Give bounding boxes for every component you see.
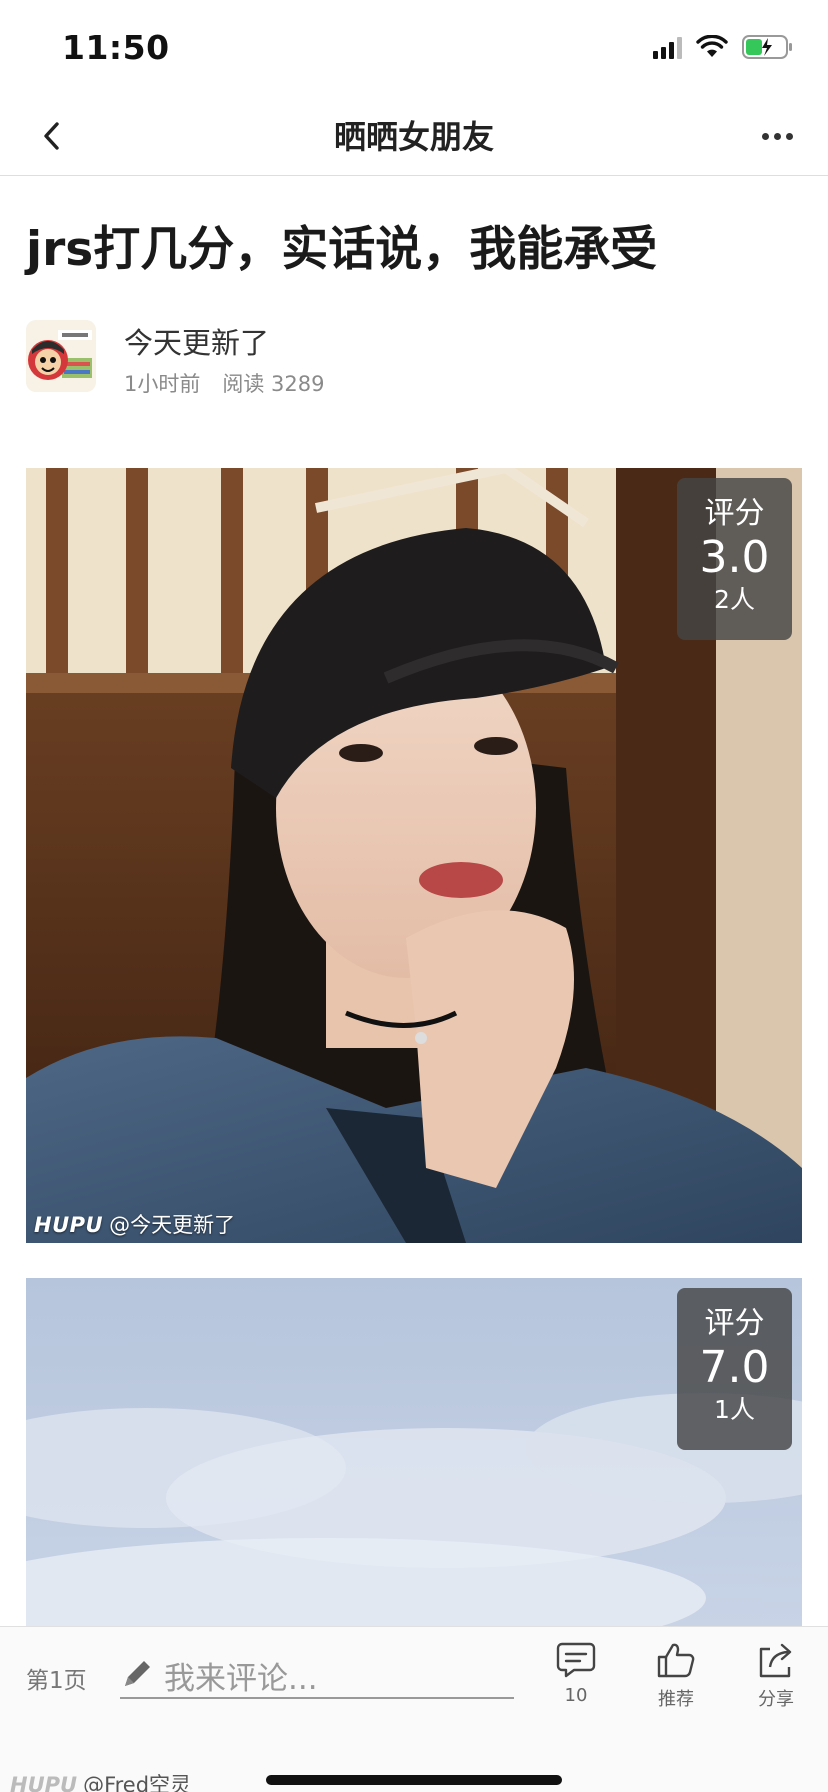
post-photo[interactable]: 评分 7.0 1人 <box>26 1278 802 1626</box>
status-time: 11:50 <box>62 28 170 67</box>
recommend-label: 推荐 <box>658 1689 694 1710</box>
more-icon[interactable] <box>752 116 802 156</box>
comments-button[interactable]: 10 <box>536 1641 616 1706</box>
photo-watermark: HUPU @今天更新了 <box>34 1209 235 1239</box>
rating-score: 7.0 <box>699 1342 770 1393</box>
post-title: jrs打几分，实话说，我能承受 <box>26 222 658 277</box>
watermark-user: @今天更新了 <box>109 1213 236 1237</box>
rating-score: 3.0 <box>699 532 770 583</box>
rating-badge[interactable]: 评分 7.0 1人 <box>677 1288 792 1450</box>
post-meta: 1小时前 阅读 3289 <box>124 368 325 398</box>
footer-watermark-brand: HUPU <box>10 1773 78 1792</box>
page-label[interactable]: 第1页 <box>26 1661 87 1695</box>
comment-input[interactable]: 我来评论... <box>120 1647 514 1699</box>
rating-count: 2人 <box>714 585 755 614</box>
rating-label: 评分 <box>704 1306 765 1341</box>
post-photo[interactable]: 评分 3.0 2人 HUPU @今天更新了 <box>26 468 802 1243</box>
wifi-icon <box>696 35 728 59</box>
author-row[interactable]: 今天更新了 1小时前 阅读 3289 <box>26 320 806 396</box>
comments-count: 10 <box>564 1685 588 1706</box>
status-bar: 11:50 <box>0 0 828 100</box>
pencil-icon <box>125 1661 150 1686</box>
home-indicator[interactable] <box>266 1775 562 1785</box>
rating-label: 评分 <box>704 496 765 531</box>
footer-watermark-user: @Fred空灵 <box>83 1773 192 1792</box>
comment-placeholder: 我来评论... <box>164 1661 318 1697</box>
bottom-bar: 第1页 我来评论... 10 推荐 分享 HUPU @Fred空灵 <box>0 1626 828 1792</box>
share-label: 分享 <box>758 1689 794 1710</box>
share-icon <box>759 1643 792 1678</box>
rating-badge[interactable]: 评分 3.0 2人 <box>677 478 792 640</box>
post-reads: 阅读 3289 <box>222 372 325 396</box>
nav-title: 晒晒女朋友 <box>333 118 494 156</box>
signal-icon <box>653 35 682 59</box>
watermark-brand: HUPU <box>34 1213 104 1237</box>
nav-bar: 晒晒女朋友 <box>0 100 828 176</box>
author-name[interactable]: 今天更新了 <box>124 320 269 362</box>
share-button[interactable]: 分享 <box>736 1641 816 1711</box>
thumbs-up-icon <box>657 1643 695 1678</box>
recommend-button[interactable]: 推荐 <box>636 1641 716 1711</box>
footer-watermark: HUPU @Fred空灵 <box>10 1769 191 1792</box>
status-icons <box>653 34 794 60</box>
post-time: 1小时前 <box>124 372 201 396</box>
rating-count: 1人 <box>714 1395 755 1424</box>
comment-icon <box>556 1642 596 1678</box>
battery-icon <box>742 34 794 60</box>
avatar[interactable] <box>26 320 96 392</box>
